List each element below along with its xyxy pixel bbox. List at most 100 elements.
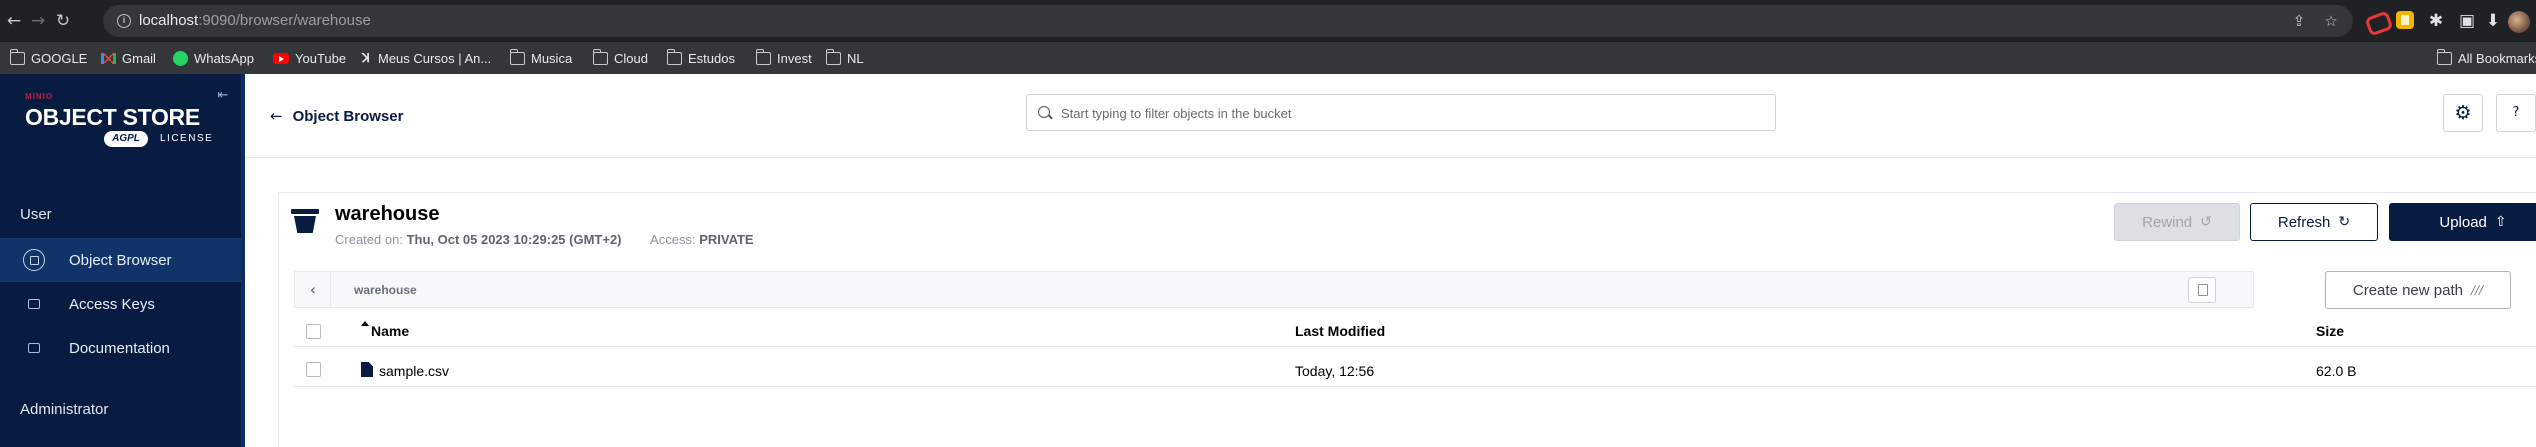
url-host: localhost: [139, 12, 199, 29]
column-last-modified[interactable]: Last Modified: [1295, 323, 1385, 339]
sidebar-item-access-keys[interactable]: Access Keys: [0, 282, 241, 326]
license-badge: AGPL: [104, 131, 148, 147]
sidebar-item-object-browser[interactable]: Object Browser: [0, 238, 241, 282]
bookmark-estudos[interactable]: Estudos: [666, 48, 735, 67]
bookmark-google[interactable]: GOOGLE: [9, 48, 88, 67]
history-icon: ↺: [2200, 214, 2212, 230]
bookmark-gmail[interactable]: Gmail: [101, 49, 156, 67]
help-icon: ?: [2512, 105, 2520, 120]
downloads-icon[interactable]: ⬇: [2482, 10, 2504, 32]
minio-logo: MINIO: [25, 92, 54, 101]
bookmarks-bar: GOOGLE Gmail WhatsApp YouTube ꓘ Meus Curs…: [0, 42, 2536, 74]
back-to-object-browser[interactable]: ← Object Browser: [270, 107, 403, 125]
bookmark-label: YouTube: [295, 50, 347, 66]
gmail-icon: [101, 52, 116, 64]
browser-toolbar: ← → ↻ i localhost:9090/browser/warehouse…: [0, 0, 2536, 42]
file-size: 62.0 B: [2316, 363, 2357, 379]
file-icon: [361, 362, 373, 377]
back-link-label: Object Browser: [292, 107, 404, 125]
site-icon: ꓘ: [362, 50, 370, 65]
bookmark-label: NL: [847, 50, 864, 66]
copy-path-button[interactable]: [2188, 277, 2216, 303]
table-header: Name Last Modified Size: [294, 315, 2536, 347]
object-filter-search[interactable]: [1026, 94, 1776, 131]
all-bookmarks[interactable]: All Bookmarks: [2436, 48, 2536, 67]
extensions-puzzle-icon[interactable]: ✱: [2425, 10, 2447, 32]
upload-icon: ⇧: [2494, 214, 2507, 230]
whatsapp-icon: [173, 50, 188, 66]
bookmark-label: Gmail: [122, 50, 156, 66]
logo-title: OBJECT STORE: [25, 104, 200, 130]
created-value: Thu, Oct 05 2023 10:29:25 (GMT+2): [406, 232, 622, 247]
refresh-button[interactable]: Refresh ↻: [2250, 203, 2378, 241]
bookmark-nl[interactable]: NL: [825, 48, 864, 67]
bookmark-meus-cursos[interactable]: ꓘ Meus Cursos | An...: [362, 49, 491, 67]
url-path: :9090/browser/warehouse: [198, 12, 371, 29]
bookmark-youtube[interactable]: YouTube: [273, 49, 346, 67]
bookmark-label: GOOGLE: [31, 50, 88, 66]
folder-icon: [9, 48, 25, 65]
sidebar-item-documentation[interactable]: Documentation: [0, 326, 241, 370]
gear-icon: ⚙: [2454, 102, 2472, 124]
create-new-path-button[interactable]: Create new path ∕∕∕: [2325, 271, 2511, 309]
bookmark-invest[interactable]: Invest: [755, 48, 812, 67]
access-value: PRIVATE: [699, 232, 754, 247]
url-text[interactable]: localhost:9090/browser/warehouse: [139, 12, 371, 29]
upload-label: Upload: [2439, 213, 2487, 231]
section-user: User: [20, 206, 52, 223]
section-administrator: Administrator: [20, 401, 109, 418]
file-name[interactable]: sample.csv: [379, 363, 449, 379]
column-name[interactable]: Name: [371, 323, 409, 339]
select-all-checkbox[interactable]: [306, 324, 321, 339]
bookmark-whatsapp[interactable]: WhatsApp: [173, 49, 254, 67]
back-arrow-icon[interactable]: ←: [4, 11, 24, 31]
bucket-meta: Created on: Thu, Oct 05 2023 10:29:25 (G…: [335, 232, 754, 247]
bookmark-cloud[interactable]: Cloud: [592, 48, 648, 67]
bookmark-label: All Bookmarks: [2458, 50, 2536, 66]
back-arrow-icon: ←: [270, 107, 283, 125]
breadcrumb-path[interactable]: warehouse: [354, 283, 417, 297]
forward-arrow-icon[interactable]: →: [28, 11, 48, 31]
breadcrumb: ‹ warehouse: [294, 271, 2254, 308]
folder-icon: [592, 48, 608, 65]
folder-icon: [825, 48, 841, 65]
upload-button[interactable]: Upload ⇧: [2389, 203, 2536, 241]
table-row[interactable]: sample.csv Today, 12:56 62.0 B: [294, 353, 2536, 387]
bucket-name: warehouse: [335, 203, 440, 225]
chevron-left-icon[interactable]: ‹: [303, 280, 323, 300]
site-info-icon[interactable]: i: [117, 14, 131, 28]
created-label: Created on:: [335, 232, 403, 247]
sidebar-item-label: Documentation: [69, 339, 170, 357]
access-keys-icon: [28, 299, 40, 309]
bookmark-star-icon[interactable]: ☆: [2321, 11, 2341, 31]
search-icon: [1038, 106, 1050, 118]
extension-red-icon[interactable]: [2366, 11, 2386, 31]
bucket-icon: [291, 207, 319, 235]
folder-icon: [509, 48, 525, 65]
bookmark-musica[interactable]: Musica: [509, 48, 572, 67]
share-icon[interactable]: ⇪: [2289, 11, 2309, 31]
rewind-button[interactable]: Rewind ↺: [2114, 203, 2240, 241]
address-bar[interactable]: i localhost:9090/browser/warehouse ⇪ ☆: [103, 5, 2353, 37]
help-button[interactable]: ?: [2496, 94, 2536, 132]
bookmark-label: Meus Cursos | An...: [378, 50, 492, 66]
folder-icon: [666, 48, 682, 65]
bookmark-label: Cloud: [614, 50, 648, 66]
reload-icon[interactable]: ↻: [53, 11, 73, 31]
extension-notes-icon[interactable]: [2396, 11, 2414, 29]
column-size[interactable]: Size: [2316, 323, 2344, 339]
bookmark-label: Invest: [777, 50, 812, 66]
divider: [330, 272, 331, 307]
bucket-panel: warehouse Created on: Thu, Oct 05 2023 1…: [278, 192, 2536, 447]
rewind-label: Rewind: [2142, 213, 2193, 231]
documentation-icon: [28, 343, 40, 353]
new-path-icon: ∕∕∕: [2470, 283, 2484, 297]
collapse-sidebar-icon[interactable]: ⇤: [215, 88, 231, 104]
row-checkbox[interactable]: [306, 362, 321, 377]
search-input[interactable]: [1061, 103, 1761, 123]
refresh-icon: ↻: [2338, 214, 2351, 230]
sort-asc-icon[interactable]: [361, 321, 369, 326]
profile-avatar[interactable]: [2508, 11, 2530, 33]
settings-button[interactable]: ⚙: [2443, 94, 2483, 132]
side-panel-icon[interactable]: ▣: [2456, 10, 2478, 32]
